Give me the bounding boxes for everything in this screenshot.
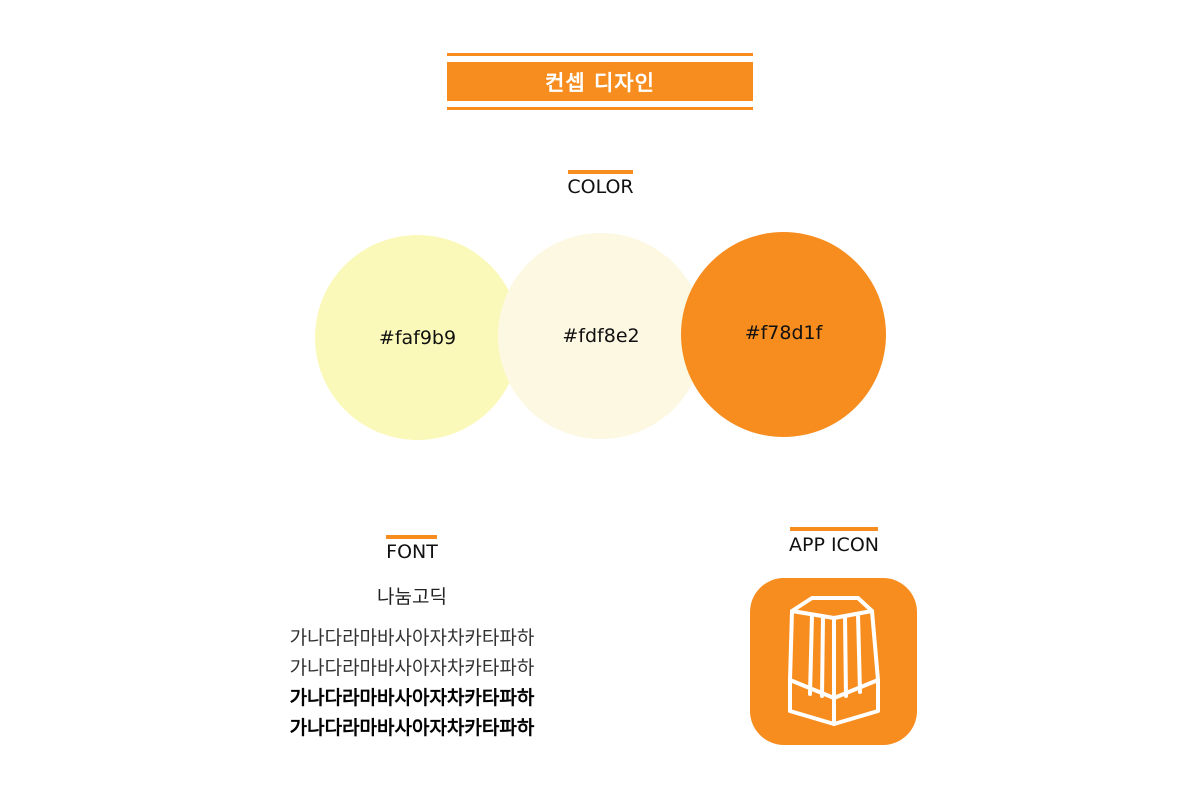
font-section-bar [386,535,437,539]
app-icon-section-title: APP ICON [789,534,879,556]
app-icon [750,578,917,745]
color-swatch-3: #f78d1f [681,232,886,437]
font-sample-bold-1: 가나다라마바사아자차카타파하 [289,687,535,709]
swatch-1-label: #faf9b9 [378,326,457,349]
app-icon-section-bar [790,527,878,531]
font-name: 나눔고딕 [377,586,447,608]
font-section-title: FONT [386,541,438,563]
color-section-bar [568,170,633,174]
font-sample-regular-1: 가나다라마바사아자차카타파하 [289,627,535,649]
color-swatch-1: #faf9b9 [315,235,520,440]
title-top-line [447,53,753,56]
font-sample-regular-2: 가나다라마바사아자차카타파하 [289,657,535,679]
page-title: 컨셉 디자인 [447,62,753,101]
swatch-2-label: #fdf8e2 [562,325,640,347]
font-sample-bold-2: 가나다라마바사아자차카타파하 [289,717,535,739]
color-section-title: COLOR [567,176,634,198]
color-swatch-2: #fdf8e2 [498,233,704,439]
lantern-icon [788,596,880,726]
swatch-3-label: #f78d1f [744,321,823,344]
title-bottom-line [447,107,753,110]
